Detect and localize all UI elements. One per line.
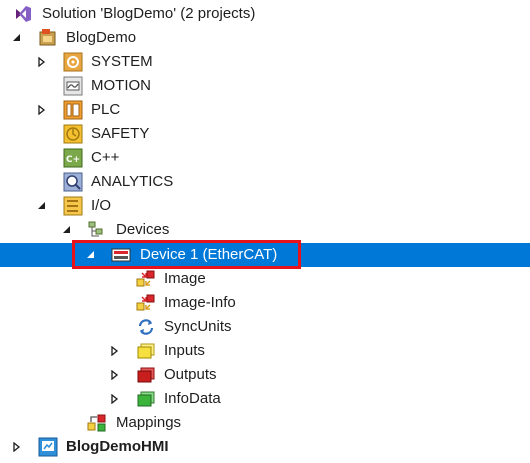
- tree-item-safety[interactable]: SAFETY: [0, 122, 530, 146]
- ethercat-device-icon: [111, 245, 131, 265]
- collapsed-arrow-icon[interactable]: [110, 394, 120, 404]
- inputs-label: Inputs: [164, 342, 205, 359]
- tree-item-motion[interactable]: MOTION: [0, 74, 530, 98]
- expanded-arrow-icon[interactable]: [37, 201, 47, 211]
- syncunits-label: SyncUnits: [164, 318, 232, 335]
- collapsed-arrow-icon[interactable]: [12, 442, 22, 452]
- cpp-label: C++: [91, 149, 120, 166]
- tree-item-infodata[interactable]: InfoData: [0, 387, 530, 411]
- safety-label: SAFETY: [91, 125, 150, 142]
- twincat-project-icon: [38, 28, 58, 48]
- tree-item-syncunits[interactable]: SyncUnits: [0, 315, 530, 339]
- collapsed-arrow-icon[interactable]: [37, 105, 47, 115]
- collapsed-arrow-icon[interactable]: [110, 370, 120, 380]
- image-label: Image: [164, 270, 206, 287]
- tree-item-inputs[interactable]: Inputs: [0, 339, 530, 363]
- tree-item-outputs[interactable]: Outputs: [0, 363, 530, 387]
- device-1-label: Device 1 (EtherCAT): [140, 246, 278, 263]
- collapsed-arrow-icon[interactable]: [110, 346, 120, 356]
- inputs-icon: [136, 341, 156, 361]
- cpp-icon: C+: [63, 148, 83, 168]
- image-icon: [136, 269, 156, 289]
- project-label: BlogDemo: [66, 29, 137, 46]
- svg-text:C+: C+: [66, 155, 80, 165]
- tree-item-io[interactable]: I/O: [0, 194, 530, 218]
- outputs-icon: [136, 365, 156, 385]
- infodata-icon: [136, 389, 156, 409]
- tree-item-blogdemo-project[interactable]: BlogDemo: [0, 26, 530, 50]
- solution-explorer-tree: Solution 'BlogDemo' (2 projects) BlogDem…: [0, 0, 530, 463]
- solution-label: Solution 'BlogDemo' (2 projects): [42, 5, 256, 22]
- tree-item-image-info[interactable]: Image-Info: [0, 291, 530, 315]
- tree-item-system[interactable]: SYSTEM: [0, 50, 530, 74]
- safety-icon: [63, 124, 83, 144]
- analytics-icon: [63, 172, 83, 192]
- outputs-label: Outputs: [164, 366, 217, 383]
- tree-item-cpp[interactable]: C+ C++: [0, 146, 530, 170]
- plc-label: PLC: [91, 101, 121, 118]
- motion-icon: [63, 76, 83, 96]
- mappings-icon: [87, 413, 107, 433]
- motion-label: MOTION: [91, 77, 151, 94]
- analytics-label: ANALYTICS: [91, 173, 174, 190]
- image-info-icon: [136, 293, 156, 313]
- expanded-arrow-icon[interactable]: [12, 33, 22, 43]
- tree-item-device-1-ethercat[interactable]: Device 1 (EtherCAT): [0, 243, 530, 267]
- tree-item-mappings[interactable]: Mappings: [0, 411, 530, 435]
- tree-item-solution[interactable]: Solution 'BlogDemo' (2 projects): [0, 2, 530, 26]
- hmi-project-icon: [38, 437, 58, 457]
- io-label: I/O: [91, 197, 112, 214]
- image-info-label: Image-Info: [164, 294, 236, 311]
- system-icon: [63, 52, 83, 72]
- infodata-label: InfoData: [164, 390, 221, 407]
- expanded-arrow-icon[interactable]: [62, 225, 72, 235]
- devices-icon: [87, 220, 107, 240]
- tree-item-analytics[interactable]: ANALYTICS: [0, 170, 530, 194]
- system-label: SYSTEM: [91, 53, 153, 70]
- tree-item-blogdemohmi[interactable]: BlogDemoHMI: [0, 435, 530, 459]
- visual-studio-solution-icon: [13, 4, 33, 24]
- tree-item-devices[interactable]: Devices: [0, 218, 530, 242]
- syncunits-icon: [136, 317, 156, 337]
- tree-item-plc[interactable]: PLC: [0, 98, 530, 122]
- mappings-label: Mappings: [116, 414, 182, 431]
- expanded-arrow-icon[interactable]: [86, 250, 96, 260]
- tree-item-image[interactable]: Image: [0, 267, 530, 291]
- hmi-project-label: BlogDemoHMI: [66, 438, 169, 455]
- io-icon: [63, 196, 83, 216]
- collapsed-arrow-icon[interactable]: [37, 57, 47, 67]
- devices-label: Devices: [116, 221, 170, 238]
- plc-icon: [63, 100, 83, 120]
